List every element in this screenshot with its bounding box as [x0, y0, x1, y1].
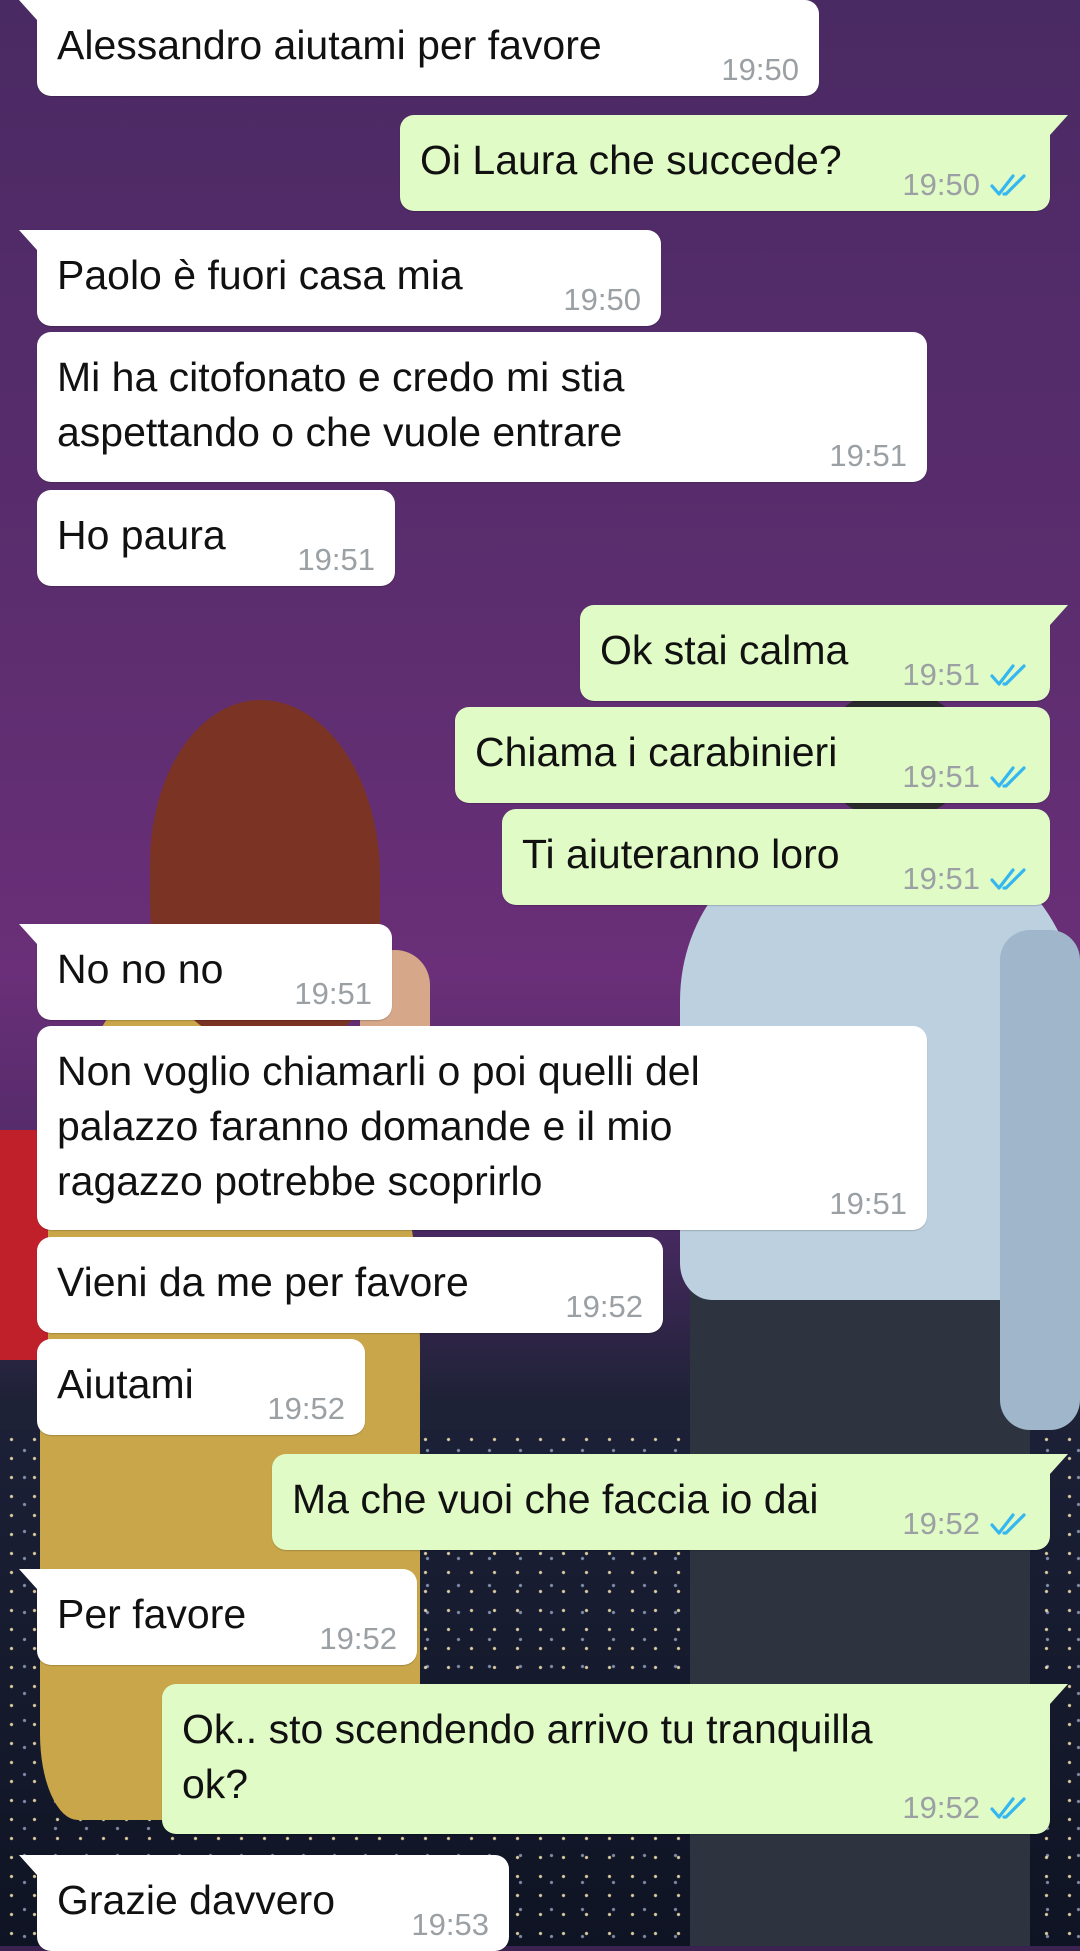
message-time: 19:50 — [902, 167, 980, 202]
message-time: 19:50 — [563, 282, 641, 317]
double-check-icon — [990, 174, 1026, 196]
incoming-message[interactable]: Alessandro aiutami per favore 19:50 — [19, 0, 819, 96]
message-text-line: Mi ha citofonato e credo mi stia — [57, 354, 625, 400]
message-time: 19:50 — [721, 52, 799, 87]
double-check-icon — [990, 1513, 1026, 1535]
message-time: 19:51 — [902, 861, 980, 896]
message-time: 19:52 — [565, 1289, 643, 1324]
message-time: 19:51 — [297, 542, 375, 577]
outgoing-message[interactable]: Oi Laura che succede? 19:50 — [400, 115, 1068, 211]
incoming-message[interactable]: Aiutami 19:52 — [37, 1339, 365, 1435]
message-text: Vieni da me per favore — [57, 1259, 469, 1305]
message-text-line: Ok.. sto scendendo arrivo tu tranquilla — [182, 1706, 873, 1752]
message-list: Alessandro aiutami per favore 19:50 Oi L… — [0, 0, 1080, 1951]
message-time: 19:53 — [411, 1907, 489, 1942]
message-text: Paolo è fuori casa mia — [57, 252, 463, 298]
message-text-line: aspettando o che vuole entrare — [57, 409, 623, 455]
message-time: 19:52 — [319, 1621, 397, 1656]
incoming-message[interactable]: Per favore 19:52 — [19, 1569, 417, 1665]
message-text-line: ragazzo potrebbe scoprirlo — [57, 1158, 543, 1204]
message-time: 19:51 — [829, 438, 907, 473]
incoming-message[interactable]: Vieni da me per favore 19:52 — [37, 1237, 663, 1333]
incoming-message[interactable]: Non voglio chiamarli o poi quelli del pa… — [37, 1026, 927, 1230]
outgoing-message[interactable]: Ma che vuoi che faccia io dai 19:52 — [272, 1454, 1068, 1550]
incoming-message[interactable]: Mi ha citofonato e credo mi stia aspetta… — [37, 332, 927, 482]
message-time: 19:52 — [902, 1506, 980, 1541]
message-time: 19:51 — [294, 976, 372, 1011]
incoming-message[interactable]: Ho paura 19:51 — [37, 490, 395, 586]
message-time: 19:51 — [829, 1186, 907, 1221]
message-time: 19:52 — [902, 1790, 980, 1825]
outgoing-message[interactable]: Chiama i carabinieri 19:51 — [455, 707, 1050, 803]
message-time: 19:51 — [902, 657, 980, 692]
incoming-message[interactable]: Grazie davvero 19:53 — [19, 1855, 509, 1951]
incoming-message[interactable]: Paolo è fuori casa mia 19:50 — [19, 230, 661, 326]
message-text-line: palazzo faranno domande e il mio — [57, 1103, 673, 1149]
outgoing-message[interactable]: Ok.. sto scendendo arrivo tu tranquilla … — [162, 1684, 1068, 1834]
outgoing-message[interactable]: Ti aiuteranno loro 19:51 — [502, 809, 1050, 905]
message-text: Alessandro aiutami per favore — [57, 22, 602, 68]
double-check-icon — [990, 664, 1026, 686]
incoming-message[interactable]: No no no 19:51 — [19, 924, 392, 1020]
message-time: 19:52 — [267, 1391, 345, 1426]
double-check-icon — [990, 868, 1026, 890]
double-check-icon — [990, 1797, 1026, 1819]
double-check-icon — [990, 766, 1026, 788]
message-time: 19:51 — [902, 759, 980, 794]
message-text-line: Non voglio chiamarli o poi quelli del — [57, 1048, 700, 1094]
outgoing-message[interactable]: Ok stai calma 19:51 — [580, 605, 1068, 701]
